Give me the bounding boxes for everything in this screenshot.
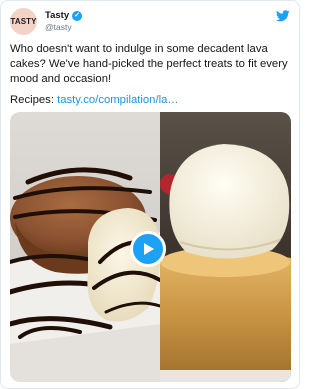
verified-badge-icon: ✓ xyxy=(72,10,83,21)
tweet-header: TASTY Tasty ✓ @tasty xyxy=(10,8,292,36)
video-thumbnail[interactable] xyxy=(10,112,291,382)
display-name[interactable]: Tasty xyxy=(45,10,69,21)
tweet-body: Who doesn't want to indulge in some deca… xyxy=(10,43,288,85)
tweet-card: TASTY Tasty ✓ @tasty Who doesn't want to… xyxy=(0,0,300,389)
recipes-link[interactable]: tasty.co/compilation/la… xyxy=(57,94,179,106)
recipes-label: Recipes: xyxy=(10,94,58,106)
name-row: Tasty ✓ xyxy=(45,10,83,21)
play-button[interactable] xyxy=(130,231,166,267)
author-info[interactable]: Tasty ✓ @tasty xyxy=(45,10,83,32)
tweet-text: Who doesn't want to indulge in some deca… xyxy=(10,42,292,86)
play-icon xyxy=(144,243,154,255)
tweet-recipes-line: Recipes: tasty.co/compilation/la… xyxy=(10,93,292,108)
avatar[interactable]: TASTY xyxy=(10,8,37,35)
handle[interactable]: @tasty xyxy=(45,22,82,32)
avatar-logo-text: TASTY xyxy=(10,17,37,26)
twitter-bird-icon[interactable] xyxy=(276,10,290,22)
